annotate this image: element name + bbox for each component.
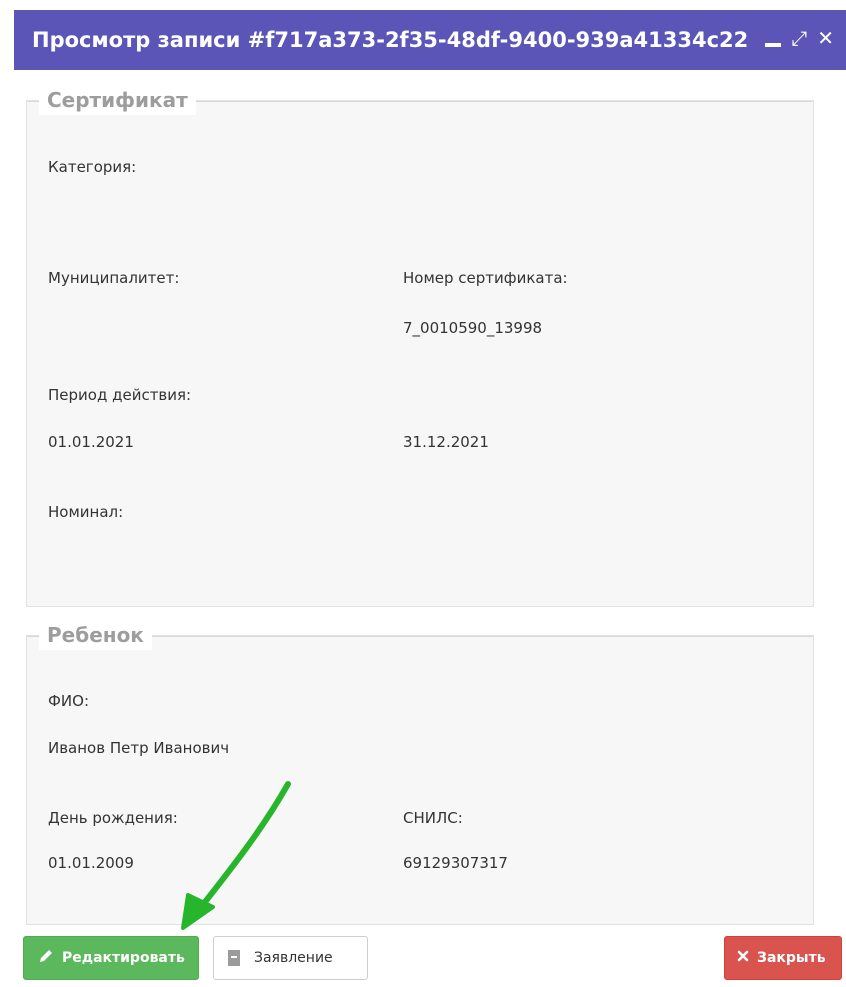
certificate-number-label: Номер сертификата: [403,269,568,287]
application-button[interactable]: Заявление [213,936,368,980]
period-from-value: 01.01.2021 [48,433,134,451]
period-to-value: 31.12.2021 [403,433,489,451]
close-icon [737,950,749,966]
certificate-legend: Сертификат [39,85,196,115]
close-button-label: Закрыть [757,950,826,966]
snils-label: СНИЛС: [403,809,463,827]
window-controls: ⤢ ✕ [765,26,834,50]
pencil-icon [38,948,54,968]
child-section: Ребенок ФИО: Иванов Петр Иванович День р… [26,620,814,925]
certificate-section: Сертификат Категория: Муниципалитет: Ном… [26,85,814,607]
dialog-title: Просмотр записи #f717a373-2f35-48df-9400… [32,28,749,52]
municipality-label: Муниципалитет: [48,269,180,287]
nominal-label: Номинал: [48,503,124,521]
fio-value: Иванов Петр Иванович [48,739,230,757]
maximize-icon[interactable]: ⤢ [791,26,807,50]
fio-label: ФИО: [48,692,89,710]
birthday-label: День рождения: [48,809,178,827]
document-icon [228,950,240,966]
close-window-icon[interactable]: ✕ [817,26,834,50]
birthday-value: 01.01.2009 [48,854,134,872]
minimize-icon[interactable] [765,43,782,47]
dialog-titlebar: Просмотр записи #f717a373-2f35-48df-9400… [14,10,846,70]
application-button-label: Заявление [254,950,333,966]
period-label: Период действия: [48,386,192,404]
category-label: Категория: [48,158,137,176]
snils-value: 69129307317 [403,854,508,872]
close-button[interactable]: Закрыть [724,936,842,980]
certificate-number-value: 7_0010590_13998 [403,319,543,337]
child-legend: Ребенок [39,620,152,650]
edit-button-label: Редактировать [62,950,185,966]
edit-button[interactable]: Редактировать [23,936,199,980]
record-view-dialog: Просмотр записи #f717a373-2f35-48df-9400… [14,10,846,987]
